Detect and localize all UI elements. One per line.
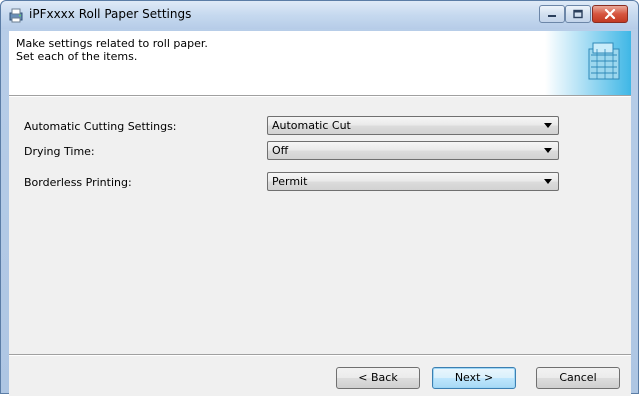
next-button[interactable]: Next > bbox=[432, 367, 516, 389]
printer-settings-icon bbox=[8, 7, 24, 23]
drying-time-dropdown[interactable]: Off bbox=[267, 141, 559, 160]
back-button[interactable]: < Back bbox=[336, 367, 420, 389]
borderless-printing-label: Borderless Printing: bbox=[24, 176, 132, 189]
title-bar[interactable]: iPFxxxx Roll Paper Settings bbox=[1, 1, 638, 29]
chevron-down-icon bbox=[544, 148, 552, 153]
automatic-cutting-dropdown[interactable]: Automatic Cut bbox=[267, 116, 559, 135]
chevron-down-icon bbox=[544, 123, 552, 128]
wizard-header: Make settings related to roll paper. Set… bbox=[9, 31, 631, 95]
header-instruction: Set each of the items. bbox=[16, 50, 138, 63]
chevron-down-icon bbox=[544, 179, 552, 184]
borderless-printing-dropdown[interactable]: Permit bbox=[267, 172, 559, 191]
maximize-icon bbox=[573, 9, 583, 19]
automatic-cutting-label: Automatic Cutting Settings: bbox=[24, 120, 177, 133]
footer-separator bbox=[9, 354, 631, 356]
window-title: iPFxxxx Roll Paper Settings bbox=[29, 7, 192, 21]
cancel-button[interactable]: Cancel bbox=[536, 367, 620, 389]
close-icon bbox=[604, 9, 616, 19]
header-banner-graphic bbox=[545, 31, 631, 95]
drying-time-value: Off bbox=[272, 144, 289, 157]
borderless-printing-value: Permit bbox=[272, 175, 308, 188]
roll-paper-settings-window: iPFxxxx Roll Paper Settings Make setting… bbox=[0, 0, 639, 396]
drying-time-label: Drying Time: bbox=[24, 145, 95, 158]
automatic-cutting-value: Automatic Cut bbox=[272, 119, 351, 132]
minimize-button[interactable] bbox=[539, 5, 565, 23]
header-description: Make settings related to roll paper. bbox=[16, 37, 208, 50]
maximize-button[interactable] bbox=[565, 5, 591, 23]
minimize-icon bbox=[548, 15, 556, 17]
close-button[interactable] bbox=[592, 5, 628, 23]
header-separator bbox=[9, 95, 631, 97]
dialog-client-area: Make settings related to roll paper. Set… bbox=[9, 31, 631, 396]
